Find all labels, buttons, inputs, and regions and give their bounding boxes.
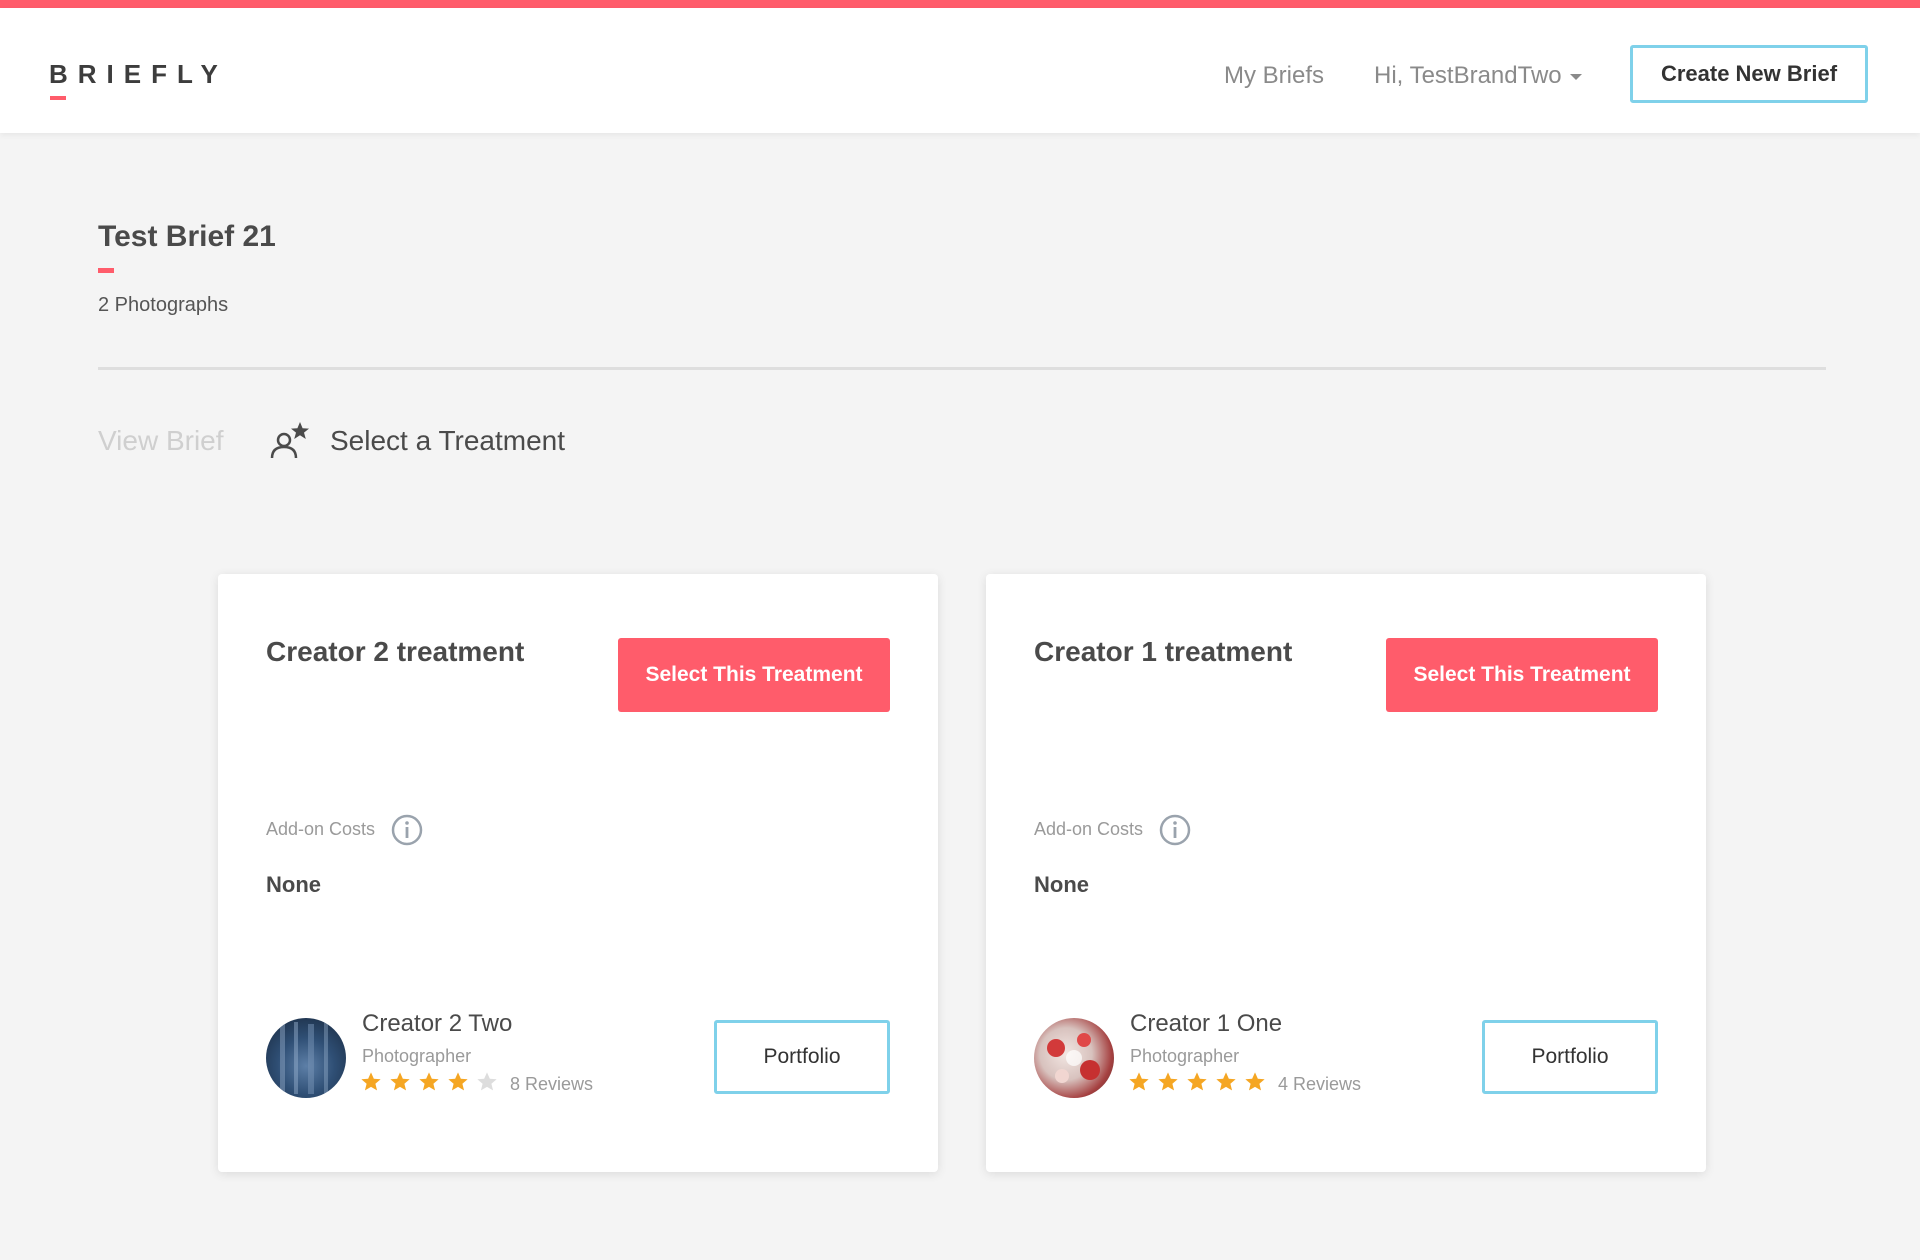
addon-costs-label: Add-on Costs xyxy=(266,819,376,839)
avatar xyxy=(266,1018,346,1098)
portfolio-button[interactable]: Portfolio xyxy=(1482,1020,1658,1094)
info-icon[interactable] xyxy=(391,814,423,846)
star-icon xyxy=(448,1072,468,1091)
top-accent-bar xyxy=(0,0,1920,8)
portfolio-button[interactable]: Portfolio xyxy=(714,1020,890,1094)
star-icon xyxy=(1158,1072,1178,1091)
treatment-card: Creator 2 treatment Select This Treatmen… xyxy=(218,574,938,1172)
addon-costs-value: None xyxy=(1034,872,1089,897)
star-icon xyxy=(1216,1072,1236,1091)
treatment-title: Creator 2 treatment xyxy=(266,636,525,667)
star-icon xyxy=(1245,1072,1265,1091)
star-icon xyxy=(361,1072,381,1091)
star-icon xyxy=(1187,1072,1207,1091)
treatment-title: Creator 1 treatment xyxy=(1034,636,1293,667)
create-new-brief-button[interactable]: Create New Brief xyxy=(1630,45,1868,103)
select-treatment-button[interactable]: Select This Treatment xyxy=(1386,638,1658,712)
creator-name: Creator 1 One xyxy=(1130,1010,1283,1037)
divider xyxy=(98,367,1826,370)
star-rating xyxy=(1128,1071,1273,1095)
reviews-count[interactable]: 8 Reviews xyxy=(510,1074,593,1095)
creator-role: Photographer xyxy=(1130,1046,1240,1066)
chevron-down-icon xyxy=(1569,73,1582,80)
nav-my-briefs[interactable]: My Briefs xyxy=(1224,62,1324,90)
page-subtitle: 2 Photographs xyxy=(98,294,229,316)
tab-view-brief[interactable]: View Brief xyxy=(98,425,224,457)
creator-role: Photographer xyxy=(362,1046,472,1066)
info-icon[interactable] xyxy=(1159,814,1191,846)
creator-name: Creator 2 Two xyxy=(362,1010,513,1037)
addon-costs-value: None xyxy=(266,872,321,897)
logo[interactable]: BRIEFLY xyxy=(49,59,228,90)
page-title: Test Brief 21 xyxy=(98,220,276,253)
reviews-count[interactable]: 4 Reviews xyxy=(1278,1074,1361,1095)
star-icon xyxy=(419,1072,439,1091)
title-accent xyxy=(98,268,114,273)
star-rating xyxy=(360,1071,505,1095)
tab-select-treatment[interactable]: Select a Treatment xyxy=(330,425,565,457)
avatar xyxy=(1034,1018,1114,1098)
logo-underline xyxy=(50,96,66,100)
treatment-card: Creator 1 treatment Select This Treatmen… xyxy=(986,574,1706,1172)
user-greeting: Hi, TestBrandTwo xyxy=(1374,62,1562,89)
header: BRIEFLY My Briefs Hi, TestBrandTwo Creat… xyxy=(0,8,1920,133)
user-star-icon xyxy=(270,422,309,459)
star-icon xyxy=(1129,1072,1149,1091)
forest-photo-icon xyxy=(280,1022,328,1094)
addon-costs-label: Add-on Costs xyxy=(1034,819,1144,839)
flowers-photo-icon xyxy=(1047,1033,1100,1083)
star-empty-icon xyxy=(477,1072,497,1091)
star-icon xyxy=(390,1072,410,1091)
user-menu[interactable]: Hi, TestBrandTwo xyxy=(1374,62,1582,90)
select-treatment-button[interactable]: Select This Treatment xyxy=(618,638,890,712)
